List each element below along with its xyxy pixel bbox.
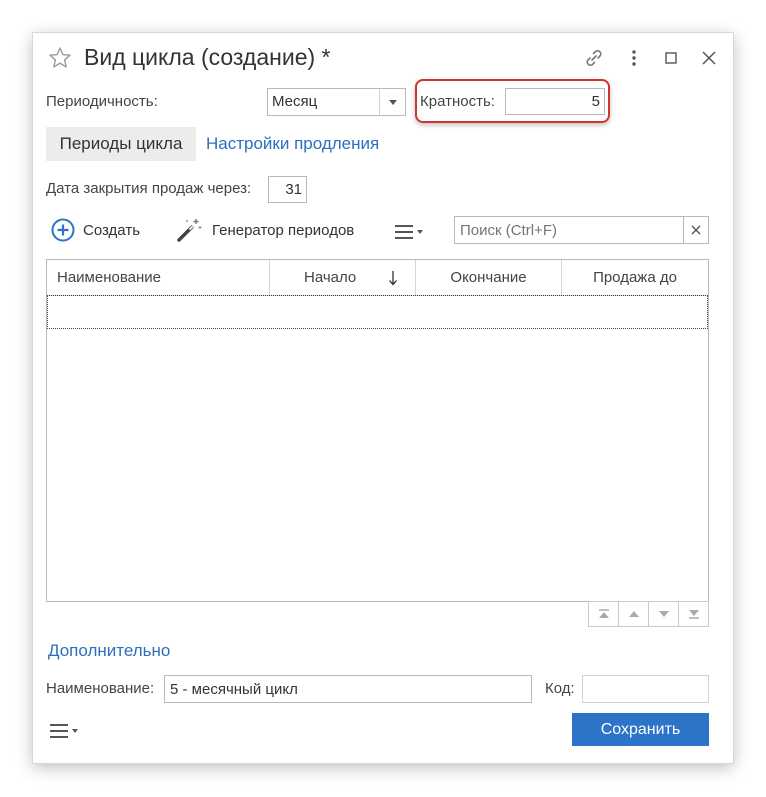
chevron-down-icon [388, 99, 397, 105]
menu-icon [395, 225, 413, 239]
scroll-to-bottom-button[interactable] [679, 602, 708, 626]
window-title: Вид цикла (создание) * [84, 44, 331, 70]
up-icon [628, 611, 639, 617]
link-icon[interactable] [582, 46, 606, 70]
periodicity-select[interactable]: Месяц [267, 88, 406, 116]
close-icon[interactable] [697, 46, 721, 70]
scroll-up-button[interactable] [619, 602, 649, 626]
additional-section-toggle[interactable]: Дополнительно [48, 641, 170, 661]
table-menu-button[interactable] [395, 225, 423, 239]
table-navigation [588, 601, 709, 627]
create-button[interactable]: Создать [51, 218, 140, 242]
chevron-down-icon [417, 230, 423, 234]
scroll-to-top-button[interactable] [589, 602, 619, 626]
favorite-star-icon[interactable] [47, 45, 73, 71]
more-options-icon[interactable] [622, 46, 646, 70]
magic-wand-icon [177, 219, 202, 242]
sales-close-label: Дата закрытия продаж через: [46, 180, 252, 197]
table-header: Наименование Начало Окончание Продажа до [47, 260, 708, 296]
table-row[interactable] [47, 295, 708, 329]
search-clear-button[interactable] [683, 216, 709, 244]
maximize-icon[interactable] [659, 46, 683, 70]
periods-table[interactable]: Наименование Начало Окончание Продажа до [46, 259, 709, 602]
down-icon [658, 611, 669, 617]
code-label: Код: [545, 680, 575, 697]
sales-close-input[interactable] [268, 176, 307, 203]
plus-circle-icon [51, 218, 75, 242]
column-header-sale-until[interactable]: Продажа до [562, 260, 708, 295]
name-label: Наименование: [46, 680, 155, 697]
save-button[interactable]: Сохранить [572, 713, 709, 746]
menu-icon [50, 724, 68, 738]
periodicity-label: Периодичность: [46, 93, 158, 110]
tab-renewal-settings[interactable]: Настройки продления [206, 134, 379, 154]
first-icon [598, 609, 609, 618]
name-input[interactable] [164, 675, 532, 703]
create-button-label: Создать [83, 221, 141, 239]
periodicity-dropdown-button[interactable] [379, 89, 405, 115]
period-generator-label: Генератор периодов [212, 221, 355, 239]
clear-icon [691, 225, 701, 235]
tab-cycle-periods[interactable]: Периоды цикла [46, 127, 196, 161]
last-icon [688, 610, 699, 619]
dialog-window: Вид цикла (создание) * Периодичность: Ме… [33, 33, 733, 763]
scroll-down-button[interactable] [649, 602, 679, 626]
form-menu-button[interactable] [50, 724, 78, 738]
column-header-start[interactable]: Начало [270, 260, 416, 295]
column-header-start-label: Начало [304, 269, 357, 286]
search-input[interactable] [454, 216, 684, 244]
column-header-name[interactable]: Наименование [47, 260, 270, 295]
period-generator-button[interactable]: Генератор периодов [176, 217, 354, 243]
periodicity-value: Месяц [272, 93, 318, 110]
column-header-end[interactable]: Окончание [416, 260, 562, 295]
multiplicity-input[interactable] [505, 88, 605, 115]
code-input[interactable] [582, 675, 709, 703]
chevron-down-icon [72, 729, 78, 733]
sort-down-icon [389, 271, 397, 286]
multiplicity-label: Кратность: [420, 93, 495, 110]
